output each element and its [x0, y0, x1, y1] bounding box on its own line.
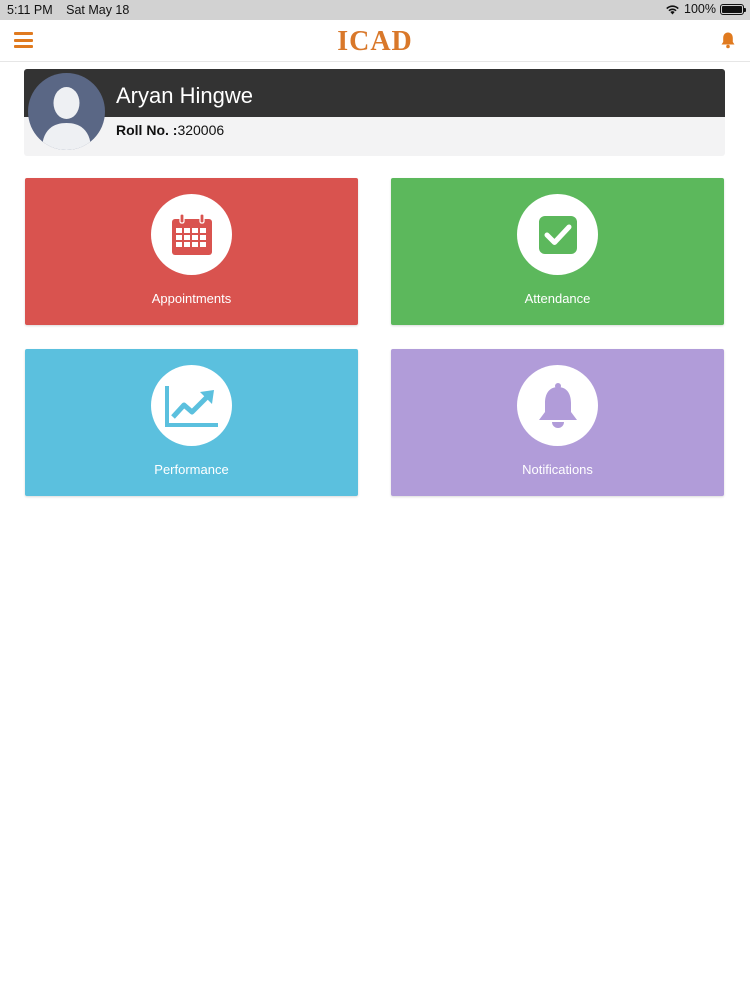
status-date: Sat May 18: [66, 3, 130, 17]
attendance-tile[interactable]: Attendance: [391, 178, 724, 325]
notifications-tile[interactable]: Notifications: [391, 349, 724, 496]
performance-tile[interactable]: Performance: [25, 349, 358, 496]
calendar-icon: [171, 212, 212, 255]
battery-percentage: 100%: [684, 2, 716, 16]
status-bar-right: 100%: [665, 2, 746, 16]
profile-card: Aryan Hingwe Roll No. :320006: [24, 69, 725, 156]
status-bar: 5:11 PM Sat May 18 100%: [0, 0, 750, 20]
status-bar-left: 5:11 PM Sat May 18: [7, 3, 139, 17]
notifications-icon-circle: [517, 365, 598, 446]
trend-chart-icon: [164, 385, 218, 427]
nav-bar: ICAD: [0, 20, 750, 62]
student-name: Aryan Hingwe: [116, 83, 253, 108]
avatar: [28, 73, 105, 150]
checkbox-icon: [538, 215, 577, 254]
bell-icon: [538, 382, 577, 428]
performance-label: Performance: [154, 462, 229, 477]
wifi-icon: [666, 5, 679, 15]
user-silhouette-icon: [42, 87, 91, 150]
bell-icon[interactable]: [720, 31, 736, 49]
battery-icon: [720, 3, 746, 15]
appointments-icon-circle: [151, 194, 232, 275]
appointments-label: Appointments: [151, 291, 232, 306]
roll-label: Roll No. :: [116, 122, 178, 138]
roll-number: Roll No. :320006: [116, 122, 224, 138]
appointments-tile[interactable]: Appointments: [25, 178, 358, 325]
attendance-label: Attendance: [524, 291, 591, 306]
performance-icon-circle: [151, 365, 232, 446]
attendance-icon-circle: [517, 194, 598, 275]
battery-fill: [722, 5, 742, 13]
notifications-label: Notifications: [522, 462, 593, 477]
roll-value: 320006: [177, 122, 225, 138]
app-logo: ICAD: [337, 26, 413, 57]
status-time: 5:11 PM: [7, 3, 53, 17]
